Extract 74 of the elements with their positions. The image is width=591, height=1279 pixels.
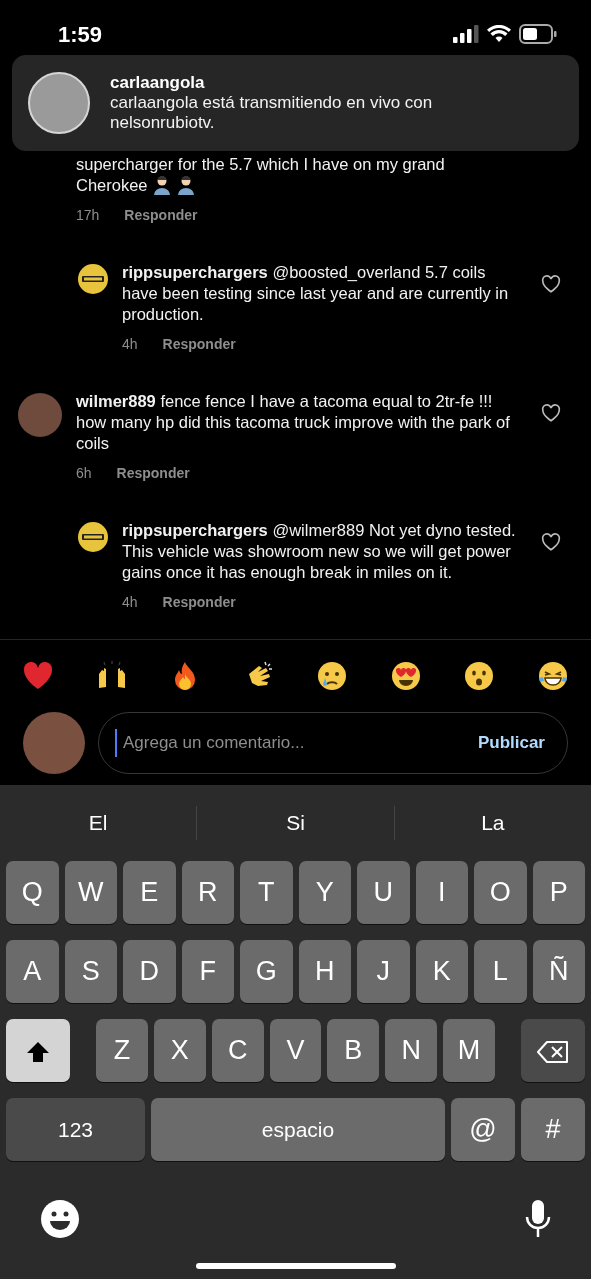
heart-icon[interactable] — [22, 660, 54, 692]
letter-key[interactable]: Z — [96, 1019, 148, 1082]
space-key[interactable]: espacio — [151, 1098, 445, 1161]
shift-arrow-icon — [26, 1041, 50, 1064]
comment-text: supercharger for the 5.7 which I have on my grand Cherokee — [76, 154, 446, 196]
like-heart-icon[interactable] — [541, 404, 561, 422]
at-key[interactable]: @ — [451, 1098, 515, 1161]
letter-key[interactable]: U — [357, 861, 410, 924]
letter-key[interactable]: K — [415, 940, 468, 1003]
comment-text: rippsuperchargers @wilmer889 Not yet dyno tested. This vehicle was showroom new so we will get power gains once it has enough break in miles on it. — [122, 520, 517, 583]
battery-icon — [519, 24, 557, 44]
letter-key[interactable]: T — [240, 861, 293, 924]
notification-title: carlaangola — [110, 73, 206, 93]
like-heart-icon[interactable] — [541, 533, 561, 551]
backspace-icon — [537, 1041, 569, 1064]
comment-time: 17h — [76, 206, 100, 225]
letter-key[interactable]: B — [327, 1019, 380, 1082]
reply-link[interactable]: Responder — [124, 205, 198, 226]
numbers-key[interactable]: 123 — [6, 1098, 145, 1161]
suggestion-item[interactable]: La — [394, 806, 591, 840]
letter-key[interactable]: C — [211, 1019, 264, 1082]
letter-key[interactable]: R — [181, 861, 234, 924]
status-time: 1:59 — [58, 21, 103, 49]
reply-link[interactable]: Responder — [162, 334, 236, 355]
notification-message: carlaangola está transmitiendo en vivo con nelsonrubiotv. — [110, 93, 434, 133]
brand-logo-icon — [78, 264, 108, 294]
publish-button[interactable]: Publicar — [477, 730, 545, 756]
letter-key[interactable]: J — [357, 940, 410, 1003]
letter-key[interactable]: E — [123, 861, 176, 924]
wifi-icon — [487, 25, 511, 43]
reply-link[interactable]: Responder — [162, 592, 236, 613]
letter-key[interactable]: H — [298, 940, 351, 1003]
like-heart-icon[interactable] — [541, 275, 561, 293]
hash-key[interactable]: # — [521, 1098, 585, 1161]
reply-link[interactable]: Responder — [116, 463, 190, 484]
emoji-person-icon — [175, 175, 196, 195]
emoji-keyboard-icon[interactable] — [40, 1199, 80, 1239]
comment-text: rippsuperchargers @boosted_overland 5.7 coils have been testing since last year and are currently in production. — [122, 262, 510, 325]
comment-time: 6h — [76, 464, 92, 483]
letter-key[interactable]: D — [123, 940, 176, 1003]
letter-key[interactable]: L — [474, 940, 527, 1003]
letter-key[interactable]: N — [385, 1019, 438, 1082]
emoji-person-icon — [151, 175, 172, 195]
letter-key[interactable]: X — [153, 1019, 206, 1082]
avatar-photo — [18, 393, 62, 437]
suggestion-item[interactable]: Si — [197, 806, 395, 840]
comment-input-field[interactable]: Agrega un comentario... — [115, 729, 478, 757]
brand-logo-icon — [78, 522, 108, 552]
comment-time: 4h — [122, 335, 138, 354]
suggestion-item[interactable]: El — [0, 806, 198, 840]
backspace-key[interactable] — [521, 1019, 585, 1082]
letter-key[interactable]: M — [443, 1019, 495, 1082]
letter-key[interactable]: S — [64, 940, 117, 1003]
letter-key[interactable]: F — [181, 940, 234, 1003]
signal-icon — [453, 25, 479, 43]
surprised-face-icon[interactable] — [463, 660, 496, 692]
crying-face-icon[interactable] — [316, 660, 349, 692]
letter-key[interactable]: G — [240, 940, 293, 1003]
letter-key[interactable]: O — [474, 861, 527, 924]
letter-key[interactable]: I — [415, 861, 468, 924]
letter-key[interactable]: W — [64, 861, 117, 924]
notification-banner[interactable]: carlaangola carlaangola está transmitiendo en vivo con nelsonrubiotv. — [12, 55, 579, 151]
comment-time: 4h — [122, 593, 138, 612]
shift-key[interactable] — [6, 1019, 70, 1082]
letter-key[interactable]: P — [532, 861, 585, 924]
heart-eyes-face-icon[interactable] — [389, 660, 422, 692]
letter-key[interactable]: V — [269, 1019, 322, 1082]
laughing-tears-face-icon[interactable] — [536, 660, 569, 692]
letter-key[interactable]: Q — [6, 861, 59, 924]
letter-key[interactable]: Ñ — [532, 940, 585, 1003]
microphone-icon[interactable] — [525, 1199, 551, 1239]
comment-text: wilmer889 fence fence I have a tacoma equal to 2tr-fe !!! how many hp did this tacoma truck improve with the park of coils — [76, 391, 511, 454]
letter-key[interactable]: A — [6, 940, 59, 1003]
letter-key[interactable]: Y — [298, 861, 351, 924]
